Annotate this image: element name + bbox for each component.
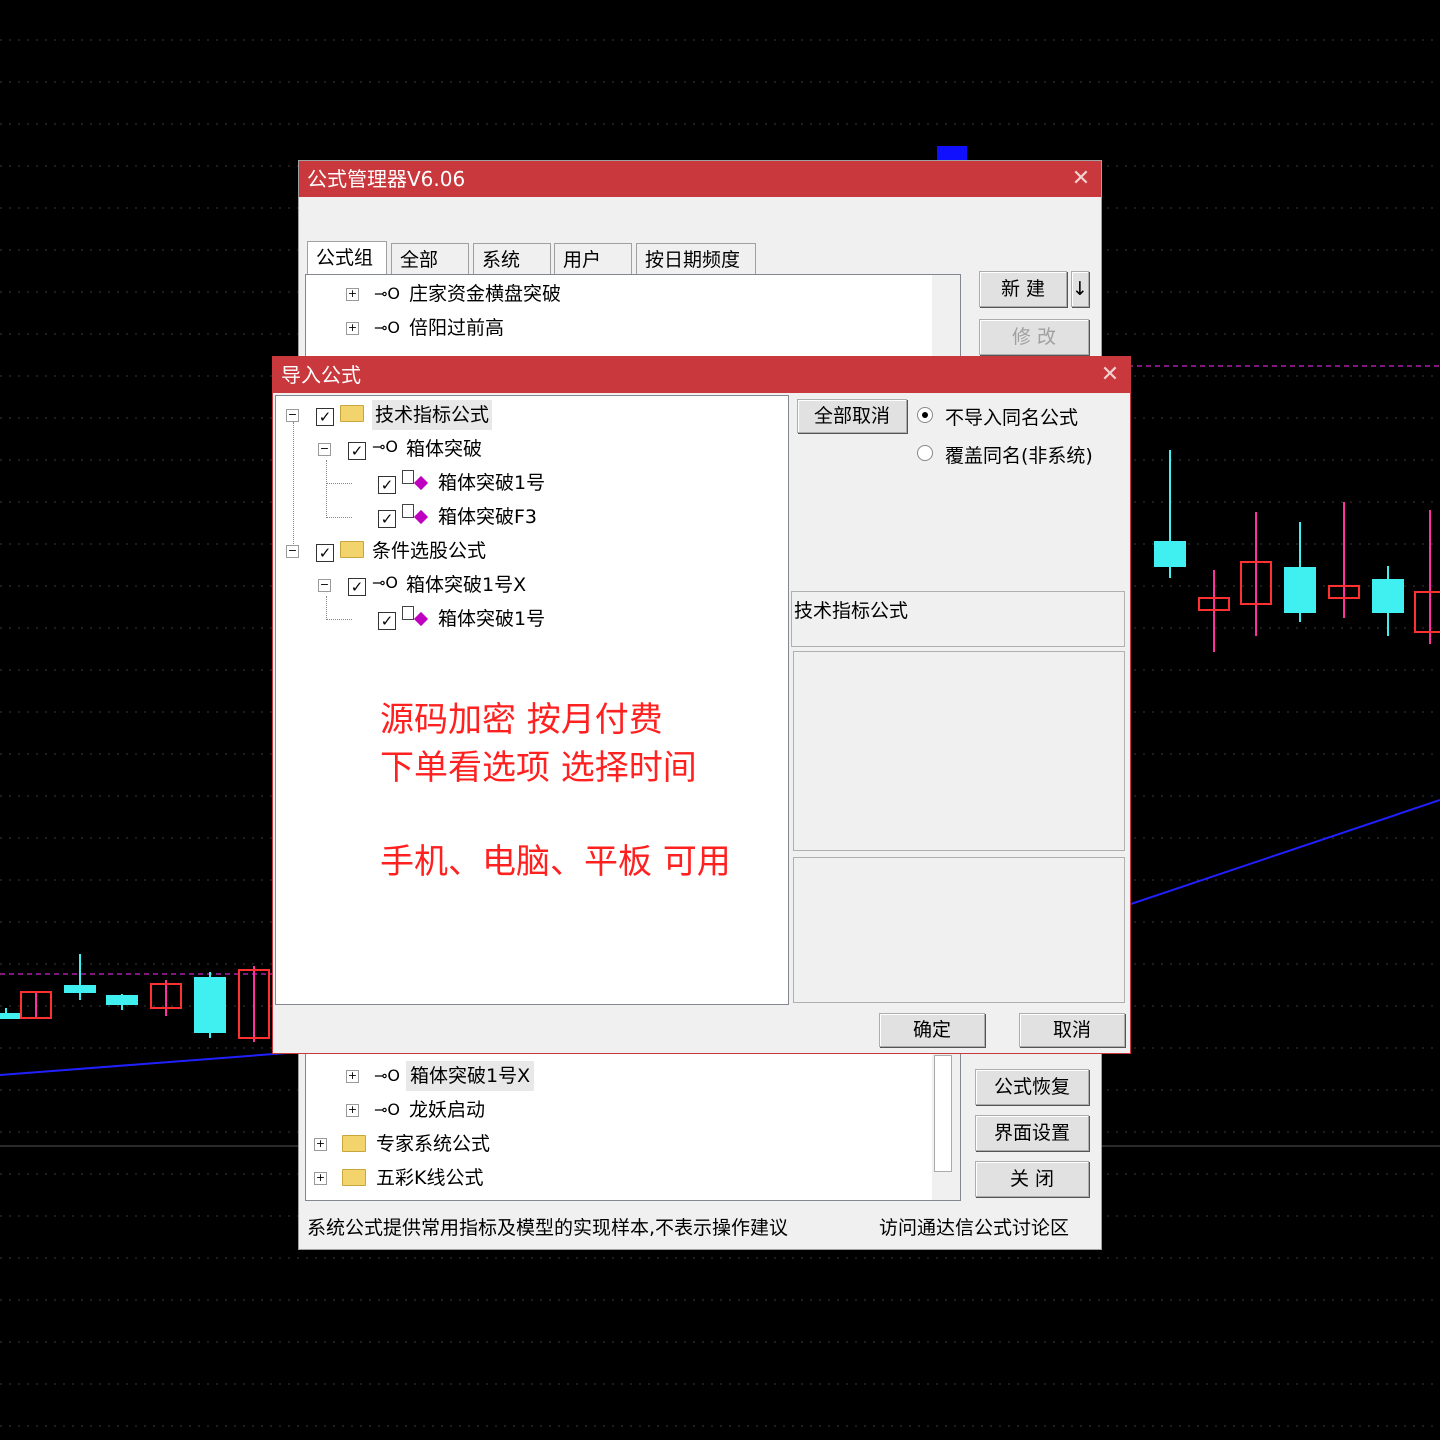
description-panel — [793, 651, 1125, 851]
ui-settings-button[interactable]: 界面设置 — [975, 1115, 1089, 1151]
cancel-button[interactable]: 取消 — [1019, 1013, 1125, 1047]
tree-item-label: 专家系统公式 — [376, 1133, 491, 1155]
checkbox[interactable]: ✓ — [378, 510, 396, 528]
checkbox[interactable]: ✓ — [348, 442, 366, 460]
candle-body — [1154, 541, 1186, 567]
new-dropdown-button[interactable]: ↓ — [1071, 271, 1089, 307]
manager-titlebar: 公式管理器V6.06 ✕ — [299, 161, 1101, 197]
trend-line-left — [0, 1051, 301, 1076]
modify-button[interactable]: 修 改 — [979, 319, 1089, 355]
key-icon: ⊸O — [374, 284, 400, 303]
new-button[interactable]: 新 建 — [979, 271, 1067, 307]
radio-button[interactable] — [917, 445, 933, 461]
candle-body — [0, 1013, 22, 1019]
tab-by-frequency[interactable]: 按日期频度 — [636, 243, 756, 275]
promo-line-2: 下单看选项 选择时间 — [380, 748, 697, 788]
tree-item-label: 技术指标公式 — [372, 400, 493, 430]
info-label: 技术指标公式 — [794, 600, 909, 622]
close-button[interactable]: 关 闭 — [975, 1161, 1089, 1197]
candle-body — [1284, 567, 1316, 613]
tree-item-label: 箱体突破1号X — [406, 574, 527, 596]
tree-scrollbar-thumb[interactable] — [934, 1055, 952, 1172]
import-formula-dialog: 导入公式 ✕ − ✓ 技术指标公式 − ✓ ⊸O 箱体突破 ✓ 箱体突破1号 ✓ — [272, 356, 1131, 1054]
import-close-icon[interactable]: ✕ — [1098, 357, 1122, 393]
tree-item-label: 箱体突破 — [406, 438, 483, 460]
checkbox[interactable]: ✓ — [316, 544, 334, 562]
document-icon — [402, 606, 414, 620]
tab-all[interactable]: 全部 — [391, 243, 469, 275]
info-label-panel: 技术指标公式 — [791, 591, 1125, 647]
import-titlebar: 导入公式 ✕ — [273, 357, 1130, 393]
forum-link[interactable]: 访问通达信公式讨论区 — [879, 1213, 1069, 1240]
tree-item-label: 箱体突破1号X — [406, 1061, 535, 1091]
diamond-icon — [413, 475, 429, 491]
checkbox[interactable]: ✓ — [348, 578, 366, 596]
cancel-all-button[interactable]: 全部取消 — [797, 399, 907, 433]
key-icon: ⊸O — [374, 1066, 400, 1085]
checkbox[interactable]: ✓ — [378, 476, 396, 494]
folder-icon — [340, 405, 364, 422]
tree-item-label: 箱体突破1号 — [438, 472, 546, 494]
tree-item-label: 龙妖启动 — [409, 1099, 486, 1121]
key-icon: ⊸O — [374, 318, 400, 337]
tree-item-label: 五彩K线公式 — [376, 1167, 484, 1189]
import-title: 导入公式 — [281, 363, 361, 387]
candle-body — [64, 985, 96, 993]
tree-item-label: 箱体突破F3 — [438, 506, 538, 528]
manager-title: 公式管理器V6.06 — [307, 167, 466, 191]
trend-line-right — [1127, 799, 1440, 906]
folder-icon — [342, 1169, 366, 1186]
tab-formula-group[interactable]: 公式组 — [307, 241, 387, 277]
manager-close-icon[interactable]: ✕ — [1069, 161, 1093, 197]
key-icon: ⊸O — [372, 573, 398, 592]
document-icon — [402, 504, 414, 518]
tree-item-label: 条件选股公式 — [372, 540, 487, 562]
tree-item-label: 倍阳过前高 — [409, 317, 505, 339]
candle-body — [106, 995, 138, 1005]
folder-icon — [340, 541, 364, 558]
tree-item-label: 庄家资金横盘突破 — [409, 283, 562, 305]
import-formula-tree[interactable]: − ✓ 技术指标公式 − ✓ ⊸O 箱体突破 ✓ 箱体突破1号 ✓ 箱体突破F3… — [275, 395, 789, 1005]
checkbox[interactable]: ✓ — [316, 408, 334, 426]
radio-button[interactable] — [917, 407, 933, 423]
document-icon — [402, 470, 414, 484]
folder-icon — [342, 1135, 366, 1152]
key-icon: ⊸O — [372, 437, 398, 456]
restore-formula-button[interactable]: 公式恢复 — [975, 1069, 1089, 1105]
diamond-icon — [413, 611, 429, 627]
diamond-icon — [413, 509, 429, 525]
promo-line-1: 源码加密 按月付费 — [380, 700, 663, 740]
source-panel — [793, 857, 1125, 1003]
candle-body — [194, 977, 226, 1033]
candle-body — [1372, 579, 1404, 613]
key-icon: ⊸O — [374, 1100, 400, 1119]
radio-label: 不导入同名公式 — [945, 407, 1079, 429]
tab-user[interactable]: 用户 — [554, 243, 632, 275]
status-disclaimer: 系统公式提供常用指标及模型的实现样本,不表示操作建议 — [307, 1217, 789, 1239]
tab-system[interactable]: 系统 — [473, 243, 551, 275]
candle-body — [1414, 591, 1440, 633]
tree-item-label: 箱体突破1号 — [438, 608, 546, 630]
radio-label: 覆盖同名(非系统) — [945, 445, 1093, 467]
checkbox[interactable]: ✓ — [378, 612, 396, 630]
ok-button[interactable]: 确定 — [879, 1013, 985, 1047]
promo-line-3: 手机、电脑、平板 可用 — [380, 842, 731, 882]
